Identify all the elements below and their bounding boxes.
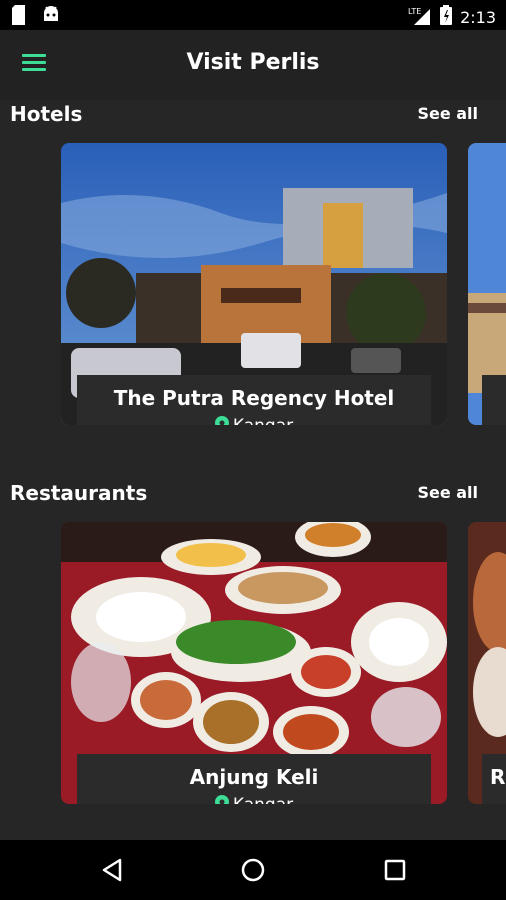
home-button[interactable] [238,855,268,885]
hotel-location-text: Kangar [233,416,293,425]
hotel-card-label: The Putra Regency Hotel Kangar [77,375,431,425]
restaurant-card-next-label: R [482,754,506,804]
restaurants-see-all-button[interactable]: See all [417,483,478,502]
battery-icon [440,5,453,29]
recents-square-icon [384,859,406,881]
restaurant-card-next[interactable]: R [468,522,506,804]
recents-button[interactable] [380,855,410,885]
android-icon [42,5,60,29]
hotel-card[interactable]: The Putra Regency Hotel Kangar [61,143,447,425]
restaurant-location: Kangar [77,795,431,804]
hotel-location: Kangar [77,416,431,425]
restaurant-location-text: Kangar [233,795,293,804]
hotel-card-next-label [482,375,506,425]
clock: 2:13 [460,7,496,27]
home-circle-icon [241,858,265,882]
restaurants-section-title: Restaurants [10,481,148,505]
hotels-section-title: Hotels [10,102,83,126]
restaurant-next-name: R [490,765,506,789]
back-button[interactable] [98,855,128,885]
restaurant-card[interactable]: Anjung Keli Kangar [61,522,447,804]
hotel-card-next[interactable] [468,143,506,425]
restaurants-carousel[interactable]: Anjung Keli Kangar R [0,522,506,812]
signal-icon: LTE [408,5,432,29]
restaurant-card-label: Anjung Keli Kangar [77,754,431,804]
location-pin-icon [214,795,229,804]
hotel-name: The Putra Regency Hotel [113,386,395,410]
hotels-carousel[interactable]: The Putra Regency Hotel Kangar [0,143,506,433]
restaurant-name: Anjung Keli [189,765,319,789]
network-type: LTE [408,7,421,16]
navigation-bar [0,840,506,900]
status-bar: LTE 2:13 [0,0,506,30]
back-triangle-icon [102,858,122,882]
hotels-see-all-button[interactable]: See all [417,104,478,123]
location-pin-icon [214,416,229,425]
sd-card-icon [12,5,28,29]
page-title: Visit Perlis [186,50,320,75]
app-bar: Visit Perlis [0,30,506,100]
